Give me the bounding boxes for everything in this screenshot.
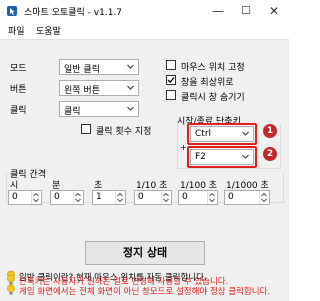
mode-label: 모드 bbox=[10, 64, 27, 74]
click-label: 클릭 bbox=[10, 106, 27, 116]
chevron-down-icon bbox=[242, 131, 249, 136]
spinner-arrows-icon[interactable] bbox=[73, 191, 83, 204]
topmost-checkbox[interactable] bbox=[166, 75, 176, 85]
maximize-button[interactable]: ☐ bbox=[232, 0, 260, 22]
spinner-arrows-icon[interactable] bbox=[161, 191, 171, 204]
spinner-arrows-icon[interactable] bbox=[259, 191, 269, 204]
click-count-option[interactable]: 클릭 횟수 지정 bbox=[81, 124, 161, 137]
close-button[interactable]: ✕ bbox=[260, 0, 288, 22]
annotation-badge-1: 1 bbox=[263, 124, 277, 138]
spinner-arrows-icon[interactable] bbox=[115, 191, 125, 204]
chevron-down-icon bbox=[242, 154, 249, 159]
title-bar: 스마트 오토클릭 - v1.1.7 — ☐ ✕ bbox=[0, 0, 289, 22]
app-mouse-icon bbox=[7, 6, 17, 16]
chevron-down-icon bbox=[127, 64, 134, 69]
fix-mouse-option[interactable]: 마우스 위치 고정 bbox=[166, 60, 266, 73]
hotkey-plus-sign: + bbox=[180, 143, 187, 152]
click-type-select[interactable]: 클릭 bbox=[59, 101, 139, 117]
minimize-button[interactable]: — bbox=[204, 0, 232, 22]
spinner-arrows-icon[interactable] bbox=[31, 191, 41, 204]
button-label: 버튼 bbox=[10, 85, 27, 95]
chevron-down-icon bbox=[127, 85, 134, 90]
checkmark-icon bbox=[167, 77, 175, 84]
topmost-option[interactable]: 창을 최상위로 bbox=[166, 75, 266, 88]
mode-select[interactable]: 일반 클릭 bbox=[59, 59, 139, 75]
hotkey-modifier-select[interactable]: Ctrl bbox=[190, 126, 254, 142]
fix-mouse-checkbox[interactable] bbox=[166, 60, 176, 70]
interval-tenth-input[interactable]: 0 bbox=[134, 190, 172, 205]
window-title: 스마트 오토클릭 - v1.1.7 bbox=[24, 8, 123, 18]
chevron-down-icon bbox=[127, 106, 134, 111]
click-count-checkbox[interactable] bbox=[81, 124, 91, 134]
interval-second-input[interactable]: 1 bbox=[92, 190, 126, 205]
spinner-arrows-icon[interactable] bbox=[207, 191, 217, 204]
interval-hundredth-input[interactable]: 0 bbox=[178, 190, 218, 205]
hotkey-key-select[interactable]: F2 bbox=[190, 149, 254, 165]
menu-bar: 파일 도움말 bbox=[0, 22, 289, 39]
hide-on-click-checkbox[interactable] bbox=[166, 90, 176, 100]
menu-help[interactable]: 도움말 bbox=[36, 24, 61, 37]
lightbulb-icon bbox=[7, 274, 15, 285]
interval-hour-input[interactable]: 0 bbox=[8, 190, 42, 205]
menu-file[interactable]: 파일 bbox=[8, 24, 25, 37]
interval-minute-input[interactable]: 0 bbox=[50, 190, 84, 205]
hide-on-click-option[interactable]: 클릭시 창 숨기기 bbox=[166, 90, 266, 103]
mouse-button-select[interactable]: 왼쪽 버튼 bbox=[59, 80, 139, 96]
main-panel: 모드 일반 클릭 버튼 왼쪽 버튼 클릭 클릭 클릭 횟수 지정 마우스 위치 … bbox=[0, 39, 289, 301]
start-stop-button[interactable]: 정지 상태 bbox=[85, 241, 205, 265]
interval-thousandth-input[interactable]: 0 bbox=[224, 190, 270, 205]
annotation-badge-2: 2 bbox=[263, 147, 277, 161]
